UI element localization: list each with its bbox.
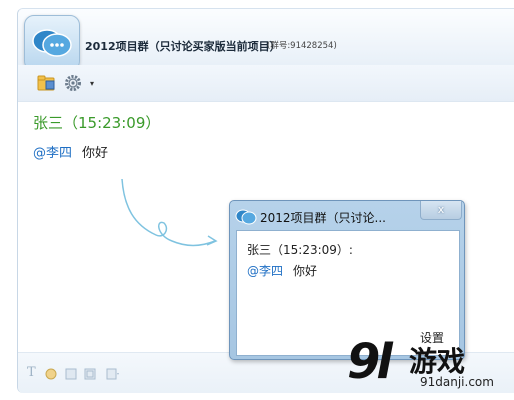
chat-bubbles-icon	[32, 29, 72, 57]
popup-mention-link[interactable]: @李四	[247, 264, 283, 278]
group-number: (群号:91428254)	[267, 41, 337, 51]
message-content: @李四 你好	[33, 142, 108, 161]
dropdown-arrow-icon[interactable]: ▾	[90, 79, 94, 88]
close-button[interactable]: x	[420, 201, 462, 220]
message-history-icon[interactable]	[106, 368, 120, 380]
emoji-icon[interactable]	[45, 368, 57, 380]
mention-link[interactable]: @李四	[33, 146, 72, 161]
folder-icon[interactable]	[37, 75, 55, 91]
title-bar: 2012项目群（只讨论买家版当前项目） (群号:91428254)	[18, 9, 514, 71]
watermark-url: 91danji.com	[420, 375, 494, 389]
image-icon[interactable]	[65, 368, 77, 380]
message-sender: 张三（15:23:09）	[33, 114, 161, 132]
gear-icon[interactable]	[64, 74, 82, 92]
popup-sender: 张三（15:23:09）:	[247, 243, 353, 257]
chat-bubbles-icon	[235, 209, 257, 225]
popup-title: 2012项目群（只讨论...	[260, 211, 386, 225]
watermark-logo: 9l 游戏 91danji.com	[347, 334, 507, 398]
screenshot-icon[interactable]	[84, 368, 96, 380]
message-text: 你好	[82, 146, 109, 161]
watermark-mark: 9l	[347, 334, 393, 390]
font-icon[interactable]: T	[27, 365, 36, 380]
pointer-arrow-icon	[121, 178, 218, 247]
popup-message: @李四 你好	[247, 262, 317, 279]
popup-message-text: 你好	[293, 264, 318, 278]
top-toolbar: ▾	[18, 65, 514, 102]
group-avatar[interactable]	[24, 15, 80, 71]
window-title: 2012项目群（只讨论买家版当前项目）	[85, 40, 281, 53]
watermark-name: 游戏	[409, 345, 466, 378]
